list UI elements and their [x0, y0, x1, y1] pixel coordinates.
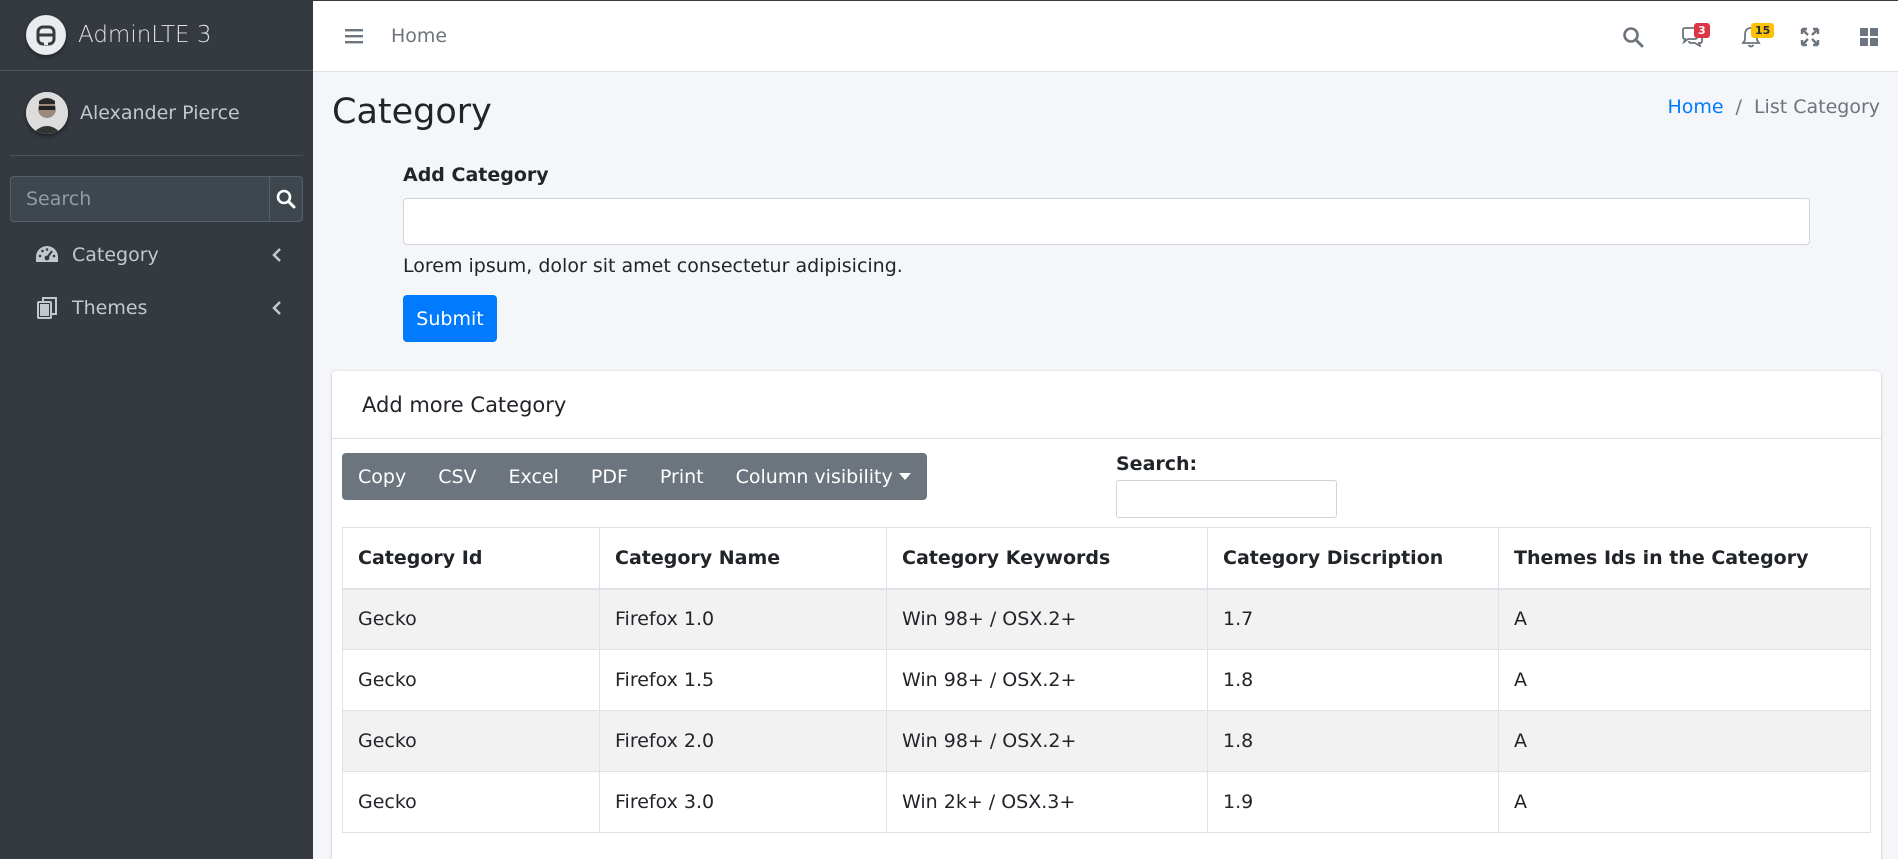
add-category-input[interactable] — [403, 198, 1810, 245]
page-title: Category — [332, 92, 492, 132]
brand-logo-icon — [26, 15, 66, 55]
column-header-category-discription[interactable]: Category Discription — [1207, 527, 1499, 590]
sidebar-search — [10, 176, 303, 222]
table-cell: Win 2k+ / OSX.3+ — [886, 771, 1208, 833]
table-row: Gecko Firefox 1.5 Win 98+ / OSX.2+ 1.8 A — [342, 649, 1871, 711]
table-cell: A — [1498, 710, 1871, 772]
sidebar-item-themes[interactable]: Themes — [0, 281, 313, 334]
th-large-icon — [1859, 27, 1878, 46]
table-cell: Win 98+ / OSX.2+ — [886, 710, 1208, 772]
chevron-left-icon — [271, 300, 283, 315]
sidebar-search-button[interactable] — [269, 176, 303, 222]
table-cell: A — [1498, 588, 1871, 650]
table-row: Gecko Firefox 1.0 Win 98+ / OSX.2+ 1.7 A — [342, 588, 1871, 650]
column-visibility-button[interactable]: Column visibility — [720, 453, 927, 500]
table-search: Search: — [1116, 453, 1337, 518]
table-search-label: Search: — [1116, 453, 1198, 475]
table-cell: Win 98+ / OSX.2+ — [886, 588, 1208, 650]
print-button[interactable]: Print — [644, 453, 720, 500]
user-panel: Alexander Pierce — [10, 71, 303, 156]
category-table: Category Id Category Name Category Keywo… — [342, 527, 1871, 833]
breadcrumb-current: List Category — [1753, 96, 1880, 118]
table-row: Gecko Firefox 3.0 Win 2k+ / OSX.3+ 1.9 A — [342, 771, 1871, 833]
search-icon — [276, 189, 296, 209]
table-cell: Firefox 1.5 — [599, 649, 887, 711]
notifications-button[interactable]: 15 — [1721, 1, 1780, 72]
fullscreen-button[interactable] — [1780, 1, 1839, 72]
user-name[interactable]: Alexander Pierce — [80, 102, 240, 124]
search-icon — [1622, 26, 1643, 47]
add-category-form: Add Category Lorem ipsum, dolor sit amet… — [403, 164, 1810, 342]
content-wrapper: Category Home / List Category Add Catego… — [313, 72, 1898, 859]
table-cell: Gecko — [342, 588, 600, 650]
caret-down-icon — [898, 473, 911, 480]
table-cell: 1.8 — [1207, 710, 1499, 772]
card-title: Add more Category — [332, 371, 1881, 439]
column-header-category-name[interactable]: Category Name — [599, 527, 887, 590]
notifications-badge: 15 — [1751, 23, 1775, 39]
table-cell: A — [1498, 649, 1871, 711]
csv-button[interactable]: CSV — [422, 453, 492, 500]
table-cell: 1.8 — [1207, 649, 1499, 711]
sidebar-item-label: Themes — [72, 296, 148, 319]
sidebar-search-input[interactable] — [10, 176, 269, 222]
navbar-search-button[interactable] — [1603, 1, 1662, 72]
control-sidebar-button[interactable] — [1839, 1, 1898, 72]
table-row: Gecko Firefox 2.0 Win 98+ / OSX.2+ 1.8 A — [342, 710, 1871, 772]
add-category-label: Add Category — [403, 164, 549, 186]
excel-button[interactable]: Excel — [493, 453, 575, 500]
breadcrumb-home-link[interactable]: Home — [1667, 96, 1723, 118]
tachometer-icon — [34, 242, 60, 268]
nav-home-link[interactable]: Home — [391, 25, 447, 47]
column-header-themes-ids[interactable]: Themes Ids in the Category — [1498, 527, 1871, 590]
table-cell: 1.9 — [1207, 771, 1499, 833]
table-cell: Firefox 3.0 — [599, 771, 887, 833]
table-cell: Gecko — [342, 649, 600, 711]
chevron-left-icon — [271, 247, 283, 262]
messages-button[interactable]: 3 — [1662, 1, 1721, 72]
top-navbar: Home 3 15 — [313, 0, 1898, 72]
expand-arrows-icon — [1800, 27, 1819, 46]
copy-icon — [34, 295, 60, 321]
avatar[interactable] — [26, 92, 68, 134]
table-cell: A — [1498, 771, 1871, 833]
column-header-category-keywords[interactable]: Category Keywords — [886, 527, 1208, 590]
form-help-text: Lorem ipsum, dolor sit amet consectetur … — [403, 255, 903, 277]
messages-badge: 3 — [1694, 23, 1710, 39]
menu-toggle-icon[interactable] — [343, 26, 365, 46]
sidebar-item-category[interactable]: Category — [0, 228, 313, 281]
column-visibility-label: Column visibility — [735, 465, 893, 488]
navbar-right: 3 15 — [1603, 1, 1898, 72]
table-cell: Gecko — [342, 710, 600, 772]
table-cell: Win 98+ / OSX.2+ — [886, 649, 1208, 711]
main-sidebar: AdminLTE 3 Alexander Pierce Search Categ… — [0, 0, 313, 859]
sidebar-nav: Category Themes — [0, 228, 313, 334]
sidebar-item-label: Category — [72, 243, 159, 266]
table-cell: Firefox 2.0 — [599, 710, 887, 772]
column-header-category-id[interactable]: Category Id — [342, 527, 600, 590]
table-search-input[interactable] — [1116, 480, 1337, 518]
submit-button[interactable]: Submit — [403, 295, 497, 342]
pdf-button[interactable]: PDF — [575, 453, 644, 500]
table-cell: Firefox 1.0 — [599, 588, 887, 650]
export-button-group: Copy CSV Excel PDF Print Column visibili… — [342, 453, 927, 500]
breadcrumb: Home / List Category — [1667, 96, 1880, 118]
table-cell: 1.7 — [1207, 588, 1499, 650]
brand-link[interactable]: AdminLTE 3 — [0, 0, 313, 71]
brand-text: AdminLTE 3 — [78, 22, 212, 48]
breadcrumb-separator: / — [1735, 96, 1742, 118]
table-header-row: Category Id Category Name Category Keywo… — [342, 527, 1871, 590]
copy-button[interactable]: Copy — [342, 453, 422, 500]
table-cell: Gecko — [342, 771, 600, 833]
category-card: Add more Category Copy CSV Excel PDF Pri… — [332, 371, 1881, 859]
